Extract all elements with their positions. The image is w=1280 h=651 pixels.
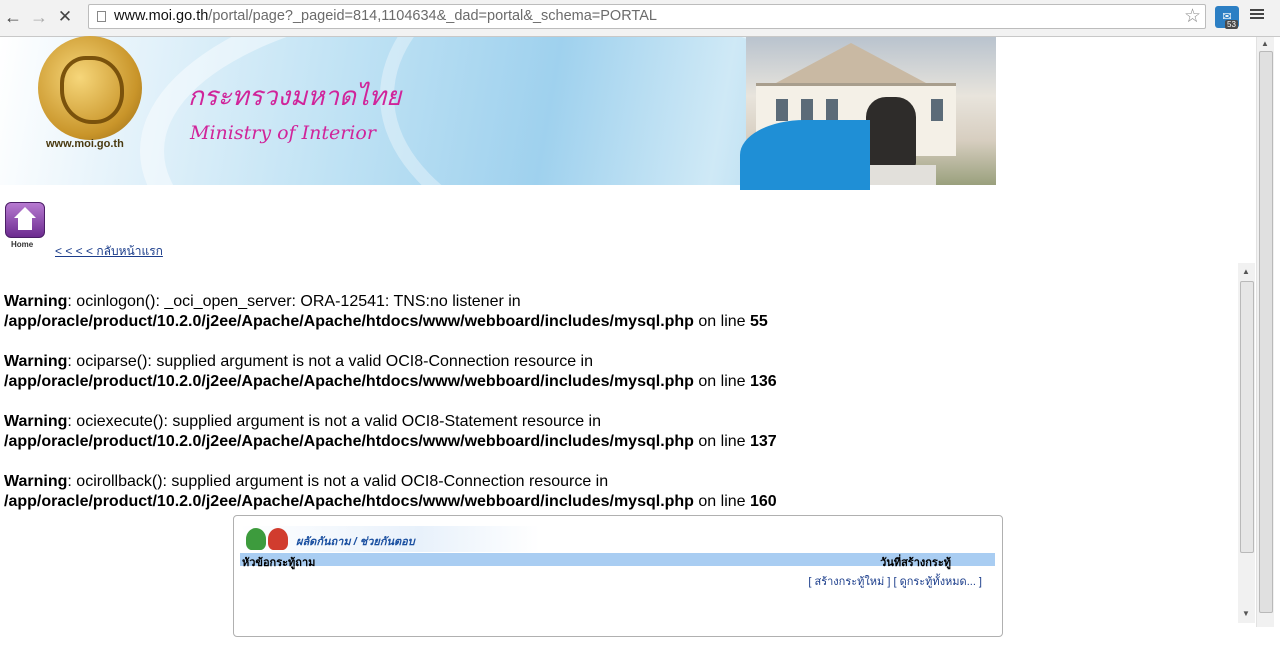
url-text[interactable]: www.moi.go.th/portal/page?_pageid=814,11…	[114, 8, 657, 24]
warning-text: : ocinlogon(): _oci_open_server: ORA-125…	[67, 293, 521, 310]
warning-message: Warning: ociparse(): supplied argument i…	[4, 352, 1204, 392]
warning-path: /app/oracle/product/10.2.0/j2ee/Apache/A…	[4, 373, 694, 390]
all-topics-link[interactable]: [ ดูกระทู้ทั้งหมด... ]	[893, 576, 982, 588]
ministry-seal-icon	[38, 36, 142, 140]
warning-line-number: 160	[750, 493, 777, 510]
warning-message: Warning: ocinlogon(): _oci_open_server: …	[4, 292, 1204, 332]
back-arrow-icon[interactable]: ←	[2, 6, 24, 28]
warning-line-number: 136	[750, 373, 777, 390]
stop-icon[interactable]: ✕	[54, 6, 76, 28]
page-scrollbar[interactable]: ▲	[1256, 37, 1274, 627]
extension-badge: 53	[1225, 20, 1238, 29]
back-home-link[interactable]: < < < < กลับหน้าแรก	[55, 242, 163, 261]
banner-pool-decoration	[740, 120, 870, 190]
address-bar[interactable]: www.moi.go.th/portal/page?_pageid=814,11…	[88, 4, 1206, 29]
forward-arrow-icon[interactable]: →	[28, 6, 50, 28]
warning-line-number: 137	[750, 433, 777, 450]
warning-message: Warning: ocirollback(): supplied argumen…	[4, 472, 1204, 512]
webboard-header: ผลัดกันถาม / ช่วยกันตอบ	[240, 526, 540, 552]
warning-message: Warning: ociexecute(): supplied argument…	[4, 412, 1204, 452]
column-created-date: วันที่สร้างกระทู้	[880, 557, 951, 569]
banner-english-name: Ministry of Interior	[190, 122, 376, 144]
column-topic: หัวข้อกระทู้ถาม	[242, 557, 316, 569]
content-scrollbar[interactable]: ▲ ▼	[1238, 263, 1255, 623]
warning-label: Warning	[4, 353, 68, 370]
scroll-up-arrow-icon[interactable]: ▲	[1261, 39, 1269, 48]
warning-path: /app/oracle/product/10.2.0/j2ee/Apache/A…	[4, 433, 694, 450]
warning-on-line: on line	[693, 313, 750, 330]
warning-label: Warning	[4, 473, 68, 490]
people-icon	[246, 526, 290, 552]
webboard-box: ผลัดกันถาม / ช่วยกันตอบ หัวข้อกระทู้ถาม …	[233, 515, 1003, 637]
browser-toolbar: ← → ✕ www.moi.go.th/portal/page?_pageid=…	[0, 0, 1280, 37]
warning-label: Warning	[4, 413, 68, 430]
new-topic-link[interactable]: [ สร้างกระทู้ใหม่ ]	[808, 576, 890, 588]
warning-text: : ociparse(): supplied argument is not a…	[67, 353, 593, 370]
scroll-up-arrow-icon[interactable]: ▲	[1242, 267, 1250, 276]
php-warnings: Warning: ocinlogon(): _oci_open_server: …	[4, 292, 1204, 532]
warning-on-line: on line	[693, 373, 750, 390]
url-host: www.moi.go.th	[114, 8, 209, 24]
warning-text: : ociexecute(): supplied argument is not…	[67, 413, 601, 430]
scrollbar-thumb[interactable]	[1259, 51, 1273, 613]
warning-label: Warning	[4, 293, 68, 310]
webboard-title: ผลัดกันถาม / ช่วยกันตอบ	[296, 536, 415, 548]
home-label: Home	[11, 240, 34, 249]
scrollbar-thumb[interactable]	[1240, 281, 1254, 553]
warning-path: /app/oracle/product/10.2.0/j2ee/Apache/A…	[4, 313, 694, 330]
home-icon[interactable]	[5, 202, 45, 238]
webboard-links: [ สร้างกระทู้ใหม่ ] [ ดูกระทู้ทั้งหมด...…	[808, 572, 982, 590]
banner-thai-name: กระทรวงมหาดไทย	[188, 82, 402, 112]
warning-path: /app/oracle/product/10.2.0/j2ee/Apache/A…	[4, 493, 694, 510]
banner-site-url: www.moi.go.th	[46, 138, 124, 150]
url-path: /portal/page?_pageid=814,1104634&_dad=po…	[208, 8, 657, 24]
warning-line-number: 55	[750, 313, 768, 330]
webboard-column-header: หัวข้อกระทู้ถาม วันที่สร้างกระทู้	[240, 553, 995, 569]
warning-on-line: on line	[693, 493, 750, 510]
scroll-down-arrow-icon[interactable]: ▼	[1242, 609, 1250, 618]
warning-on-line: on line	[693, 433, 750, 450]
page-icon	[97, 11, 106, 22]
warning-text: : ocirollback(): supplied argument is no…	[67, 473, 609, 490]
menu-icon[interactable]	[1250, 7, 1264, 21]
bookmark-star-icon[interactable]: ☆	[1184, 5, 1201, 29]
